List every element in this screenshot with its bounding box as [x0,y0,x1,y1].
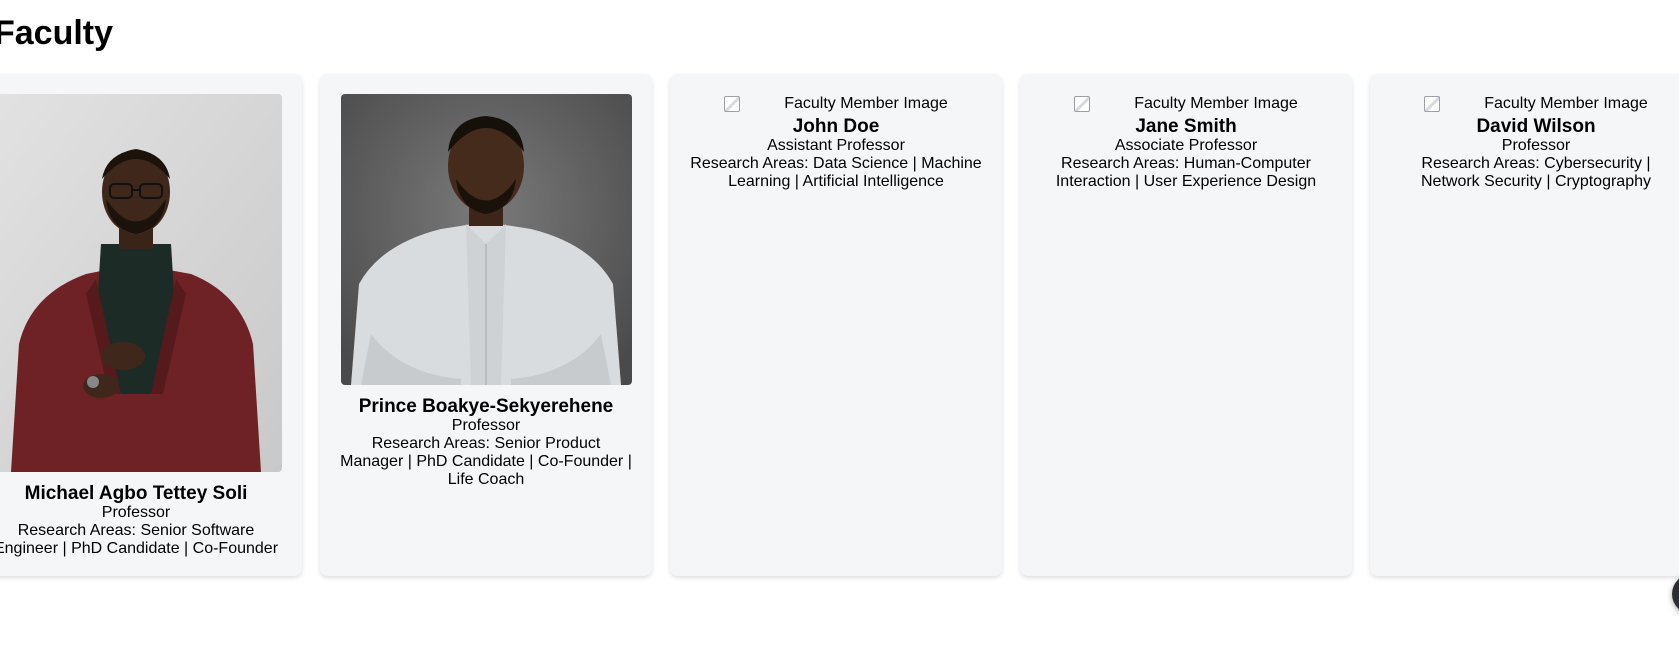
faculty-carousel[interactable]: Michael Agbo Tettey Soli Professor Resea… [0,74,1679,578]
faculty-card[interactable]: Michael Agbo Tettey Soli Professor Resea… [0,74,302,576]
faculty-name: Prince Boakye-Sekyerehene [358,396,614,417]
faculty-photo: Faculty Member Image [1040,94,1332,114]
broken-image-icon [724,96,741,112]
faculty-research: Research Areas: Senior Product Manager |… [340,435,632,488]
faculty-photo [340,94,632,385]
image-alt-text: Faculty Member Image [1484,95,1648,112]
faculty-title: Professor [1501,137,1571,154]
faculty-name: Jane Smith [1135,116,1237,137]
faculty-photo [0,94,282,472]
faculty-title: Assistant Professor [767,137,905,154]
broken-image-icon [1074,96,1091,112]
faculty-research: Research Areas: Data Science | Machine L… [690,155,982,190]
faculty-photo: Faculty Member Image [1390,94,1679,114]
faculty-research: Research Areas: Human-Computer Interacti… [1055,155,1317,190]
faculty-card[interactable]: Prince Boakye-Sekyerehene Professor Rese… [320,74,652,576]
section-title: Faculty [0,14,114,52]
image-alt-text: Faculty Member Image [1134,95,1298,112]
portrait-image [0,94,282,472]
faculty-title: Professor [101,504,171,521]
faculty-name: John Doe [792,116,880,137]
faculty-research: Research Areas: Cybersecurity | Network … [1420,155,1651,190]
faculty-photo: Faculty Member Image [690,94,982,114]
portrait-image [340,94,632,385]
faculty-research: Research Areas: Senior Software Engineer… [0,522,279,557]
faculty-title: Associate Professor [1114,137,1258,154]
faculty-title: Professor [451,417,521,434]
faculty-card[interactable]: Faculty Member Image John Doe Assistant … [670,74,1002,576]
image-alt-text: Faculty Member Image [784,95,948,112]
faculty-name: David Wilson [1476,116,1596,137]
faculty-card[interactable]: Faculty Member Image David Wilson Profes… [1370,74,1679,576]
faculty-page: Faculty Michael Agbo Tettey Soli Profess… [0,0,1679,671]
chat-icon[interactable] [1672,574,1679,614]
faculty-name: Michael Agbo Tettey Soli [24,483,248,504]
broken-image-icon [1424,96,1441,112]
faculty-card[interactable]: Faculty Member Image Jane Smith Associat… [1020,74,1352,576]
